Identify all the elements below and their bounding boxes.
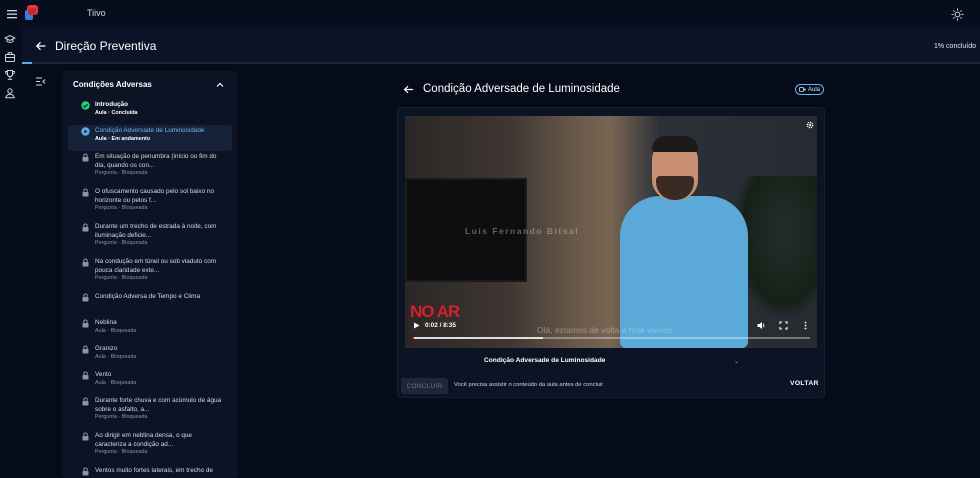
sidebar-lesson-item[interactable]: Neblina Aula · Bloqueada [68, 317, 232, 343]
sidebar-item-title: Em situação de penumbra (início ou fim d… [95, 153, 225, 177]
collapse-sidebar-icon[interactable] [35, 76, 46, 87]
sidebar-lesson-item[interactable]: Na condução em túnel ou sob viaduto com … [68, 256, 232, 292]
menu-icon[interactable] [6, 8, 18, 20]
lock-icon [81, 397, 90, 406]
lock-icon [81, 153, 90, 162]
sidebar-item-title: Introdução Aula · Concluída [95, 101, 225, 117]
seek-played [412, 337, 414, 339]
sidebar-item-title: Condição Adversade de Luminosidade Aula ·… [95, 127, 225, 143]
sidebar-lesson-item[interactable]: O ofuscamento causado pelo sol baixo no … [68, 186, 232, 222]
sidebar-item-subtitle: Pergunta · Bloqueada [95, 449, 148, 456]
sidebar-item-title: Vento Aula · Bloqueada [95, 371, 225, 387]
play-icon[interactable] [413, 322, 420, 329]
more-vert-icon[interactable] [801, 321, 810, 330]
sidebar-item-subtitle: Pergunta · Bloqueada [95, 275, 148, 282]
course-title: Direção Preventiva [55, 39, 157, 53]
video-time: 0:02 / 8:35 [425, 322, 456, 329]
sidebar-lesson-item[interactable]: Granizo Aula · Bloqueada [68, 343, 232, 369]
sidebar-lesson-item[interactable]: Ventos muito fortes laterais, em trecho … [68, 465, 232, 478]
video-icon [799, 87, 806, 92]
lock-icon [81, 345, 90, 354]
lesson-title: Condição Adversade de Luminosidade [423, 83, 620, 95]
sidebar-lesson-item[interactable]: Ao dirigir em neblina densa, o que carac… [68, 430, 232, 466]
lesson-type-badge: Aula [795, 84, 825, 95]
lock-icon [81, 223, 90, 232]
sidebar-item-subtitle: Aula · Bloqueada [95, 379, 137, 386]
sidebar-item-title: Na condução em túnel ou sob viaduto com … [95, 258, 225, 282]
sidebar-lesson-item[interactable]: Condição Adversade de Luminosidade Aula ·… [68, 125, 232, 151]
lesson-back-arrow-icon[interactable] [403, 84, 414, 95]
back-button[interactable]: VOLTAR [790, 380, 819, 387]
sidebar-item-title: Ventos muito fortes laterais, em trecho … [95, 467, 213, 474]
sidebar-item-title: Ao dirigir em neblina densa, o que carac… [95, 432, 225, 456]
sidebar-item-title: Neblina Aula · Bloqueada [95, 319, 225, 335]
sidebar-item-title: Granizo Aula · Bloqueada [95, 345, 225, 361]
lock-icon [81, 188, 90, 197]
sidebar-item-subtitle: Pergunta · Bloqueada [95, 205, 148, 212]
conclude-hint: Você precisa assistir o conteúdo da aula… [454, 382, 604, 388]
video-title-label: Condição Adversade de Luminosidade [484, 357, 606, 364]
user-icon[interactable] [4, 87, 16, 99]
course-header: Direção Preventiva 1% concluído [22, 28, 980, 64]
lock-icon [81, 371, 90, 380]
app-logo[interactable] [24, 4, 40, 22]
trophy-icon[interactable] [4, 69, 16, 81]
course-progress-fill [22, 62, 32, 64]
sidebar-lesson-item[interactable]: Durante um trecho de estrada à noite, co… [68, 221, 232, 257]
sidebar-lesson-item[interactable]: Durante forte chuva e com acúmulo de águ… [68, 395, 232, 431]
seek-buffered [412, 337, 543, 339]
course-progress-track [22, 62, 980, 64]
sidebar-item-title: O ofuscamento causado pelo sol baixo no … [95, 188, 225, 212]
lock-icon [81, 258, 90, 267]
sidebar-lesson-item[interactable]: Vento Aula · Bloqueada [68, 369, 232, 395]
sidebar-lesson-item[interactable]: Condição Adversa de Tempo e Clima [68, 291, 232, 307]
sidebar-item-subtitle: Aula · Em andamento [95, 135, 151, 142]
sidebar-item-subtitle: Pergunta · Bloqueada [95, 240, 148, 247]
graduation-cap-icon[interactable] [4, 33, 16, 45]
top-bar: Tiivo [0, 0, 980, 28]
volume-icon[interactable] [757, 321, 766, 330]
sidebar-item-subtitle: Aula · Concluída [95, 109, 138, 116]
video-presenter-hair [652, 136, 698, 152]
chevron-up-icon[interactable] [215, 80, 225, 90]
lock-icon [81, 432, 90, 441]
badge-label: Aula [808, 86, 821, 93]
sidebar-item-title: Durante um trecho de estrada à noite, co… [95, 223, 225, 247]
sun-icon[interactable] [951, 8, 964, 21]
section-title: Condições Adversas [73, 80, 152, 89]
sidebar-item-title: Durante forte chuva e com acúmulo de águ… [95, 397, 225, 421]
video-player[interactable]: Luis Fernando Bitsal NO AR Olá, estamos … [405, 116, 817, 348]
nav-rail [0, 28, 22, 478]
video-logo-text: NO AR [410, 302, 460, 321]
app-name: Tiivo [87, 8, 106, 18]
sidebar-lesson-item[interactable]: Introdução Aula · Concluída [68, 99, 232, 125]
video-caption: Olá, estamos de volta e hoje vamos [537, 325, 673, 335]
progress-label: 1% concluído [934, 43, 977, 50]
back-arrow-icon[interactable] [35, 40, 47, 52]
expand-caret-icon[interactable]: ⌄ [734, 358, 739, 365]
sidebar-item-subtitle: Aula · Bloqueada [95, 327, 137, 334]
sidebar-item-title: Condição Adversa de Tempo e Clima [95, 293, 201, 300]
sidebar-item-subtitle: Pergunta · Bloqueada [95, 170, 148, 177]
check-circle-icon [81, 101, 90, 110]
conclude-button[interactable]: CONCLUIR [401, 378, 448, 394]
briefcase-icon[interactable] [4, 51, 16, 63]
lesson-sidebar: Condições Adversas Introdução Aula · Conc… [62, 71, 238, 478]
fullscreen-icon[interactable] [779, 321, 788, 330]
lock-icon [81, 319, 90, 328]
sidebar-item-subtitle: Aula · Bloqueada [95, 353, 137, 360]
gear-icon[interactable] [806, 121, 814, 129]
sidebar-item-subtitle: Pergunta · Bloqueada [95, 414, 148, 421]
video-watermark: Luis Fernando Bitsal [465, 226, 580, 236]
lock-icon [81, 467, 90, 476]
play-circle-icon [81, 127, 90, 136]
lock-icon [81, 293, 90, 302]
sidebar-lesson-item[interactable]: Em situação de penumbra (início ou fim d… [68, 151, 232, 187]
